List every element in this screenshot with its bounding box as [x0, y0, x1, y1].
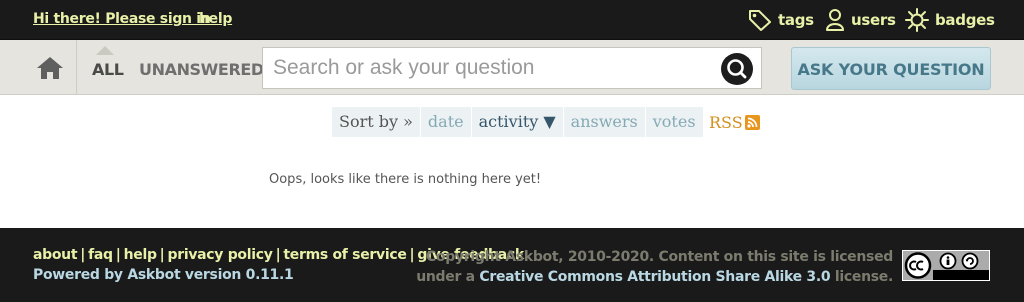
nav-tags-label: tags — [778, 11, 814, 29]
scope-unanswered-tab[interactable]: UNANSWERED — [139, 60, 264, 79]
footer-link-faq[interactable]: faq — [88, 247, 113, 263]
cc-by-sa-icon — [903, 251, 989, 280]
copyright-prefix: under a — [416, 269, 475, 285]
home-icon — [36, 57, 64, 84]
search-input[interactable] — [263, 48, 709, 88]
tag-icon — [748, 9, 772, 31]
copyright-suffix: license. — [834, 269, 893, 285]
sort-by-label: Sort by » — [332, 107, 421, 137]
footer: about | faq | help | privacy policy | terms of s… — [0, 228, 1024, 302]
footer-separator: | — [275, 247, 281, 263]
license-link[interactable]: Creative Commons Attribution Share Alike… — [479, 269, 830, 285]
top-bar: Hi there! Please sign in help tags users — [0, 0, 1024, 40]
nav-badges[interactable]: badges — [905, 0, 995, 40]
nav-tags[interactable]: tags — [748, 0, 814, 40]
search-button[interactable] — [721, 53, 753, 85]
copyright-line-2: under a Creative Commons Attribution Sha… — [416, 267, 893, 287]
ask-question-button[interactable]: ASK YOUR QUESTION — [791, 47, 991, 90]
nav-badges-label: badges — [935, 11, 995, 29]
footer-link-privacy-policy[interactable]: privacy policy — [168, 247, 273, 263]
scope-all-tab[interactable]: ALL — [92, 60, 124, 79]
sort-option-answers[interactable]: answers — [564, 107, 646, 137]
nav-users[interactable]: users — [825, 0, 896, 40]
copyright-line-1: Copyright Askbot, 2010-2020. Content on … — [425, 249, 893, 265]
rss-link[interactable]: RSS — [709, 113, 760, 132]
nav-users-label: users — [851, 11, 896, 29]
powered-by-text[interactable]: Powered by Askbot version 0.11.1 — [33, 267, 294, 283]
search-icon — [721, 59, 753, 89]
rss-icon — [744, 115, 760, 130]
sort-bar: Sort by » date activity ▼ answers votes — [332, 107, 704, 137]
help-link[interactable]: help — [199, 11, 232, 27]
sign-in-link[interactable]: Hi there! Please sign in — [33, 11, 211, 27]
header-divider — [76, 40, 77, 95]
home-button[interactable] — [36, 56, 64, 80]
footer-link-about[interactable]: about — [33, 247, 78, 263]
user-icon — [825, 8, 845, 32]
rss-label: RSS — [709, 113, 743, 132]
footer-separator: | — [159, 247, 165, 263]
badge-icon — [905, 8, 929, 32]
sort-option-date[interactable]: date — [421, 107, 472, 137]
copyright-text: Copyright Askbot, 2010-2020. Content on … — [416, 247, 893, 287]
creative-commons-badge[interactable] — [902, 250, 990, 281]
footer-link-help[interactable]: help — [124, 247, 157, 263]
footer-separator: | — [409, 247, 415, 263]
empty-state-message: Oops, looks like there is nothing here y… — [269, 172, 542, 187]
active-scope-indicator — [96, 46, 114, 55]
footer-separator: | — [115, 247, 121, 263]
sort-option-votes[interactable]: votes — [646, 107, 704, 137]
footer-separator: | — [80, 247, 86, 263]
footer-link-terms-of-service[interactable]: terms of service — [283, 247, 406, 263]
sort-option-activity[interactable]: activity ▼ — [472, 107, 564, 137]
search-box — [262, 47, 762, 89]
